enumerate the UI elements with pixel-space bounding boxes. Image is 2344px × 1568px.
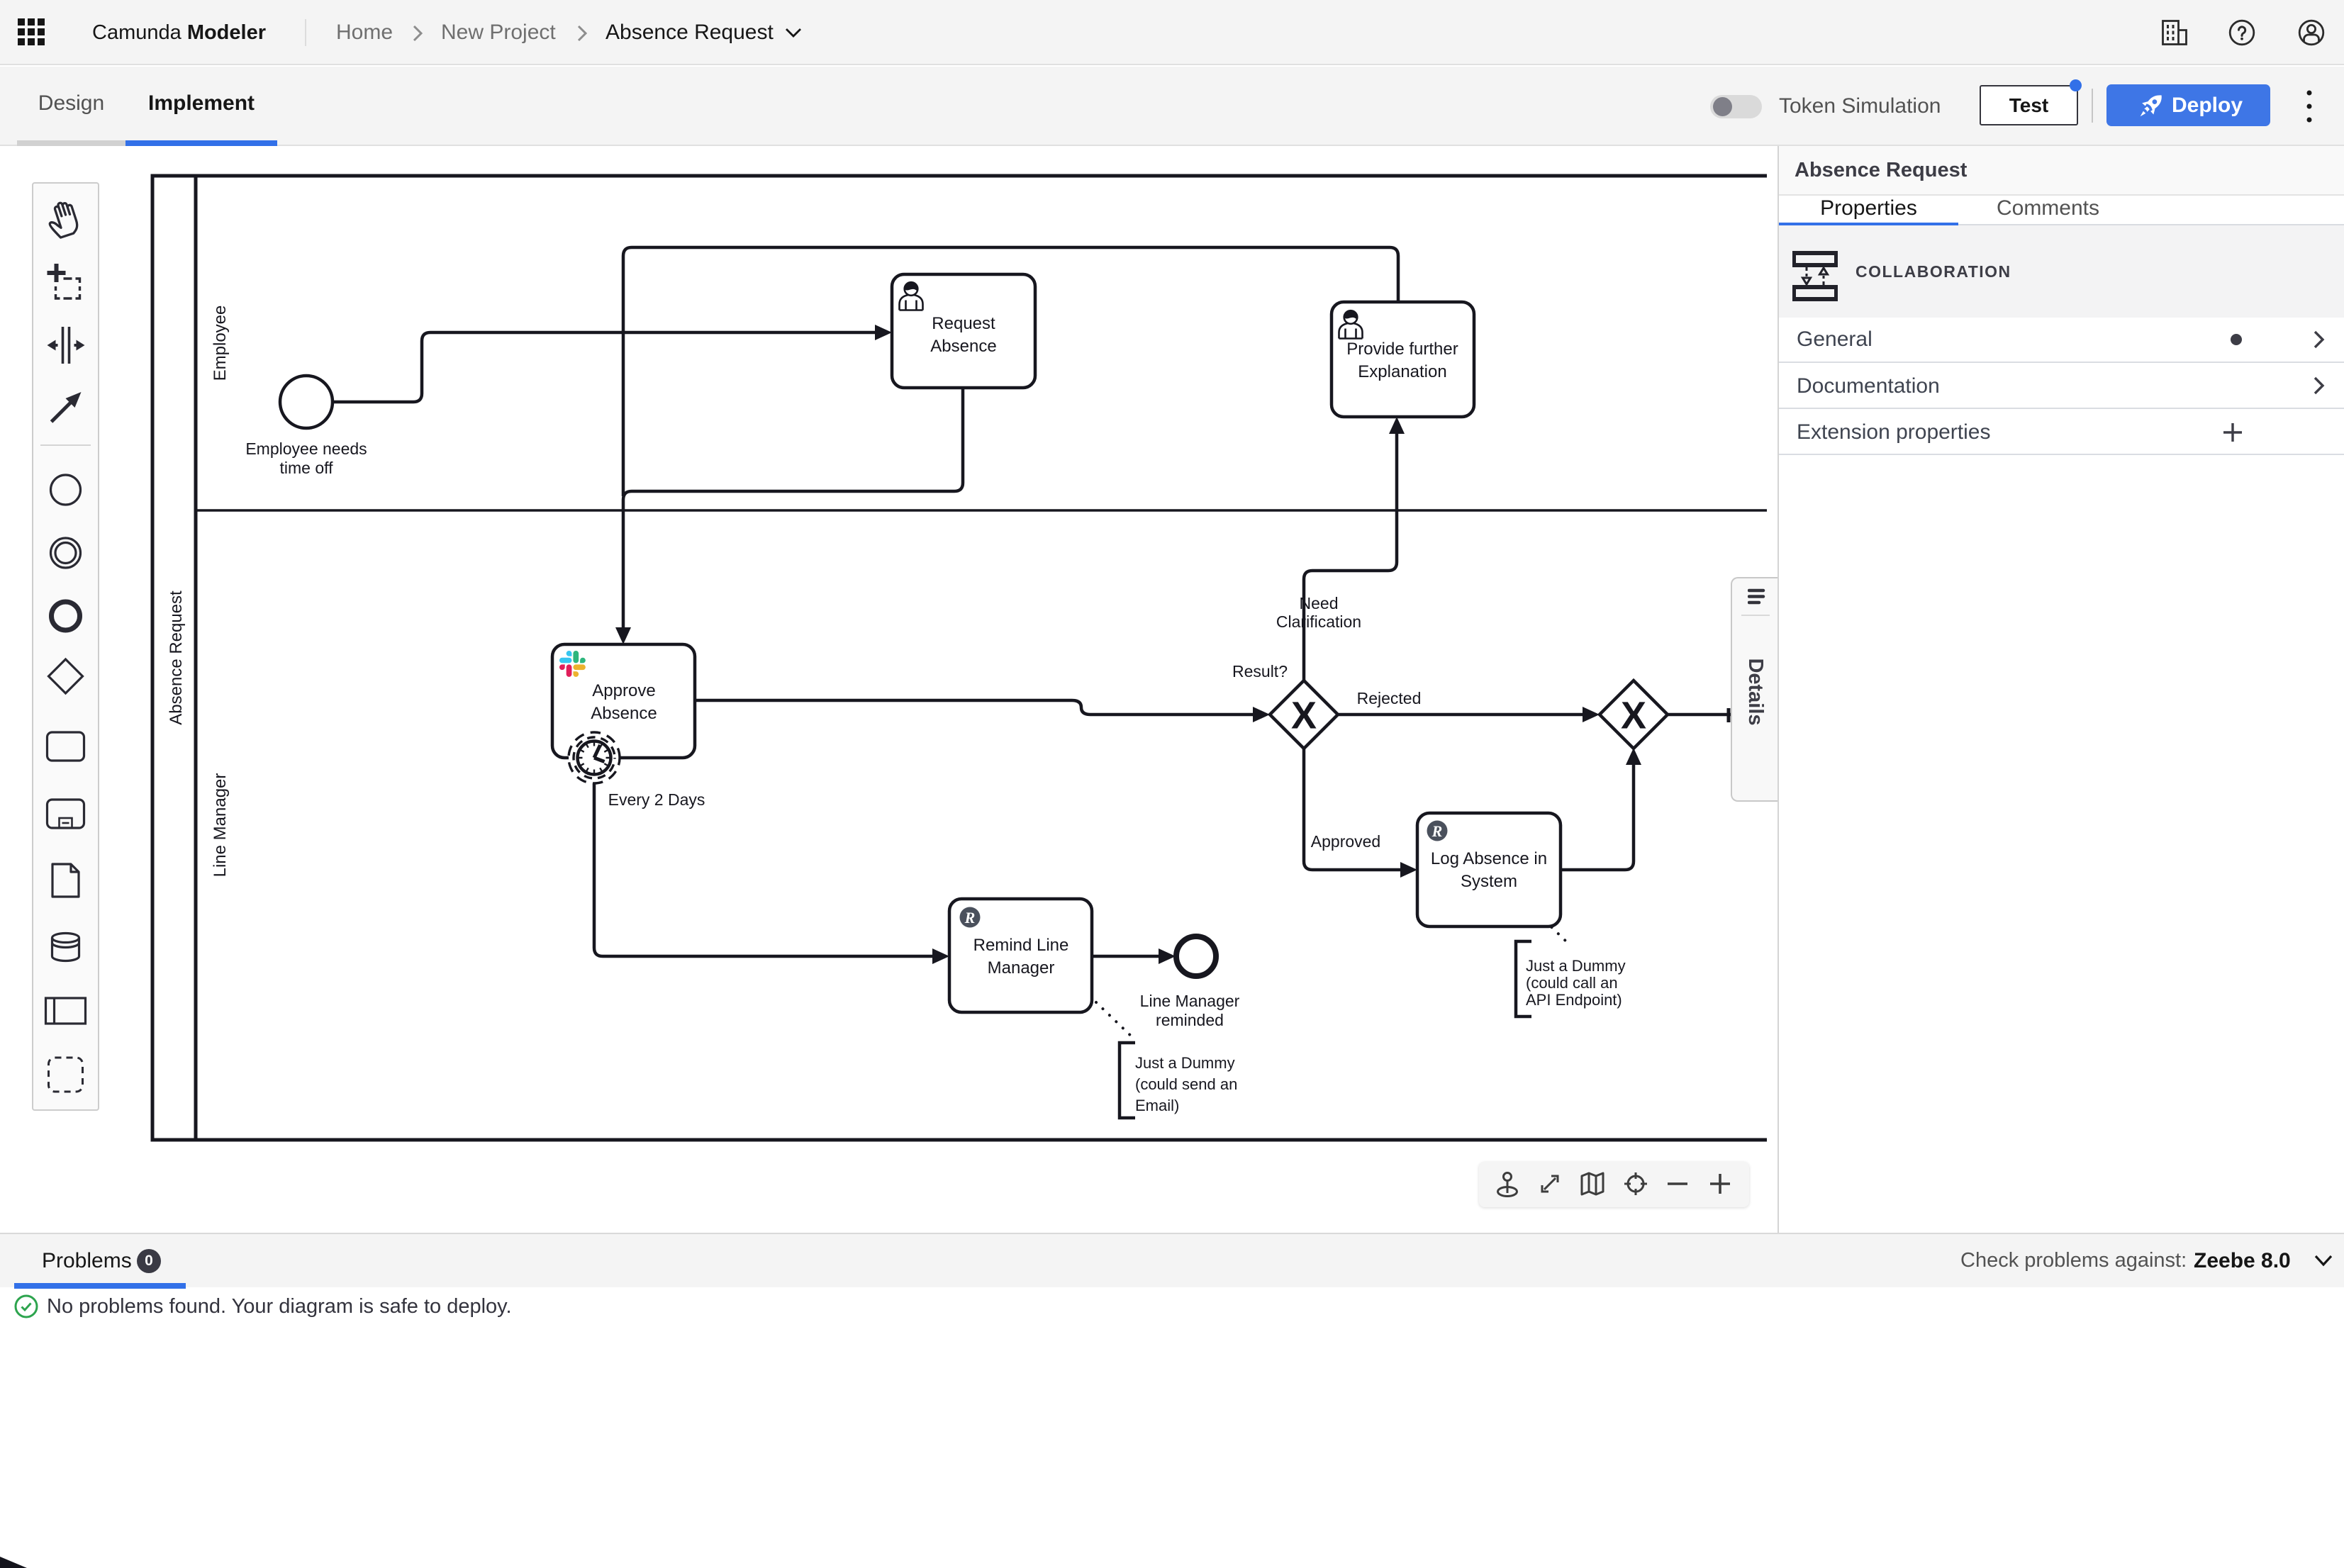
svg-text:reminded: reminded — [1156, 1011, 1224, 1029]
svg-text:Details: Details — [1744, 658, 1767, 725]
svg-text:Remind Line: Remind Line — [973, 936, 1069, 955]
svg-text:Need: Need — [1300, 594, 1339, 612]
svg-text:Rejected: Rejected — [1357, 689, 1422, 707]
svg-text:Every 2 Days: Every 2 Days — [608, 790, 705, 809]
svg-text:Just a Dummy: Just a Dummy — [1526, 957, 1626, 975]
svg-text:System: System — [1461, 872, 1517, 891]
svg-text:Manager: Manager — [988, 958, 1055, 978]
svg-text:Absence Request: Absence Request — [167, 590, 186, 725]
svg-text:Absence: Absence — [930, 337, 996, 356]
svg-text:Log Absence in: Log Absence in — [1431, 849, 1547, 868]
svg-text:API Endpoint): API Endpoint) — [1526, 991, 1622, 1009]
svg-text:Explanation: Explanation — [1358, 362, 1446, 381]
svg-text:Employee needs: Employee needs — [245, 439, 367, 458]
svg-text:R: R — [1431, 822, 1443, 840]
svg-text:Email): Email) — [1135, 1097, 1179, 1114]
svg-text:X: X — [1291, 695, 1317, 737]
svg-text:Provide further: Provide further — [1346, 340, 1458, 359]
svg-text:Approve: Approve — [592, 681, 655, 700]
svg-text:Request: Request — [932, 314, 995, 333]
svg-text:Approved: Approved — [1311, 832, 1380, 851]
svg-text:Employee: Employee — [211, 306, 230, 381]
svg-text:X: X — [1621, 695, 1646, 737]
svg-text:Line Manager: Line Manager — [1140, 992, 1240, 1010]
svg-text:Result?: Result? — [1232, 662, 1288, 681]
svg-text:Line Manager: Line Manager — [211, 773, 230, 878]
svg-text:Clarification: Clarification — [1276, 612, 1361, 631]
svg-text:R: R — [964, 909, 976, 926]
svg-text:time off: time off — [280, 459, 334, 477]
svg-text:(could send an: (could send an — [1135, 1075, 1237, 1093]
svg-text:Just a Dummy: Just a Dummy — [1135, 1054, 1235, 1072]
svg-text:Absence: Absence — [591, 704, 657, 723]
svg-text:(could call an: (could call an — [1526, 974, 1618, 992]
